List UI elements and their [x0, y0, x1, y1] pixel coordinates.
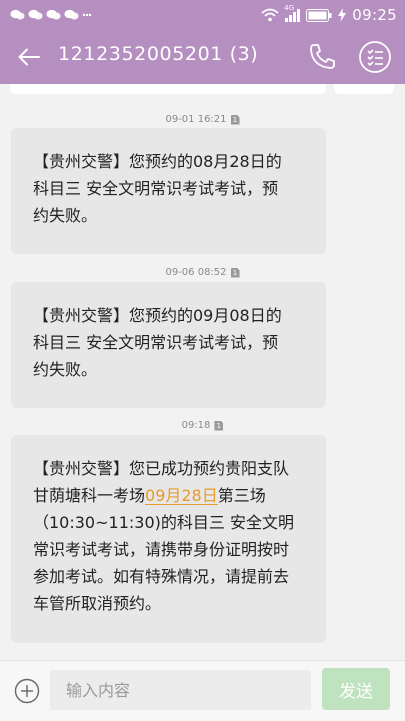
chat-bubble-icon	[10, 9, 25, 20]
message-list[interactable]: 09-01 16:21 1 【贵州交警】您预约的08月28日的 科目三 安全文明…	[0, 84, 405, 660]
date-link[interactable]: 09月28日	[145, 486, 218, 505]
message-text-line: （10:30~11:30)的科目三 安全文明	[33, 513, 294, 532]
previous-message-bubble[interactable]	[334, 84, 394, 94]
more-dots-icon	[82, 13, 92, 17]
signal-icon: 4G	[284, 4, 301, 22]
message-timestamp: 09:18 1	[0, 420, 405, 431]
compose-bar: 发送	[0, 660, 405, 721]
message-text-line: 车管所取消预约。	[33, 594, 162, 613]
message-text: 甘荫塘科一考场	[33, 486, 146, 505]
message-bubble[interactable]: 【贵州交警】您预约的08月28日的 科目三 安全文明常识考试考试，预 约失败。	[11, 128, 326, 254]
back-button[interactable]	[14, 42, 44, 72]
conversation-header: 1212352005201 (3)	[0, 30, 405, 84]
message-text-line: 【贵州交警】您已成功预约贵阳支队	[33, 459, 290, 478]
sim-card-icon: 1	[230, 267, 240, 278]
charging-icon	[338, 8, 347, 22]
wifi-icon	[261, 8, 279, 22]
sim-card-icon: 1	[230, 114, 240, 125]
timestamp-text: 09-01 16:21	[165, 114, 227, 125]
message-bubble[interactable]: 【贵州交警】您已成功预约贵阳支队 甘荫塘科一考场09月28日第三场 （10:30…	[11, 435, 326, 643]
message-input[interactable]	[50, 670, 311, 710]
message-text-line: 【贵州交警】您预约的08月28日的	[33, 152, 282, 171]
message-text-line: 【贵州交警】您预约的09月08日的	[33, 306, 282, 325]
chat-bubble-icon	[46, 9, 61, 20]
conversation-title: 1212352005201 (3)	[58, 43, 259, 65]
status-bar: 4G 09:25	[0, 0, 405, 30]
message-text-line: 约失败。	[33, 360, 98, 379]
network-type-label: 4G	[284, 4, 295, 12]
clock: 09:25	[352, 6, 397, 24]
system-status: 4G 09:25	[261, 4, 397, 24]
message-text-line: 约失败。	[33, 206, 98, 225]
previous-message-bubble[interactable]	[10, 84, 326, 94]
notification-icons	[10, 7, 92, 23]
battery-icon	[306, 8, 332, 22]
add-attachment-icon[interactable]	[14, 678, 40, 704]
message-text-line: 参加考试。如有特殊情况，请提前去	[33, 567, 290, 586]
timestamp-text: 09-06 08:52	[165, 267, 227, 278]
contact-details-icon[interactable]	[358, 40, 392, 74]
phone-call-icon[interactable]	[306, 41, 338, 73]
message-text-line: 常识考试考试，请携带身份证明按时	[33, 540, 290, 559]
message-text-line: 甘荫塘科一考场09月28日第三场	[33, 482, 304, 509]
chat-bubble-icon	[64, 9, 79, 20]
message-timestamp: 09-06 08:52 1	[0, 267, 405, 278]
timestamp-text: 09:18	[181, 420, 211, 431]
message-bubble[interactable]: 【贵州交警】您预约的09月08日的 科目三 安全文明常识考试考试，预 约失败。	[11, 282, 326, 408]
sim-card-icon: 1	[214, 420, 224, 431]
send-button[interactable]: 发送	[322, 668, 390, 710]
chat-bubble-icon	[28, 9, 43, 20]
message-text-line: 科目三 安全文明常识考试考试，预	[33, 333, 279, 352]
message-text: 第三场	[217, 486, 266, 505]
arrow-left-icon	[18, 48, 40, 66]
message-timestamp: 09-01 16:21 1	[0, 114, 405, 125]
message-text-line: 科目三 安全文明常识考试考试，预	[33, 179, 279, 198]
